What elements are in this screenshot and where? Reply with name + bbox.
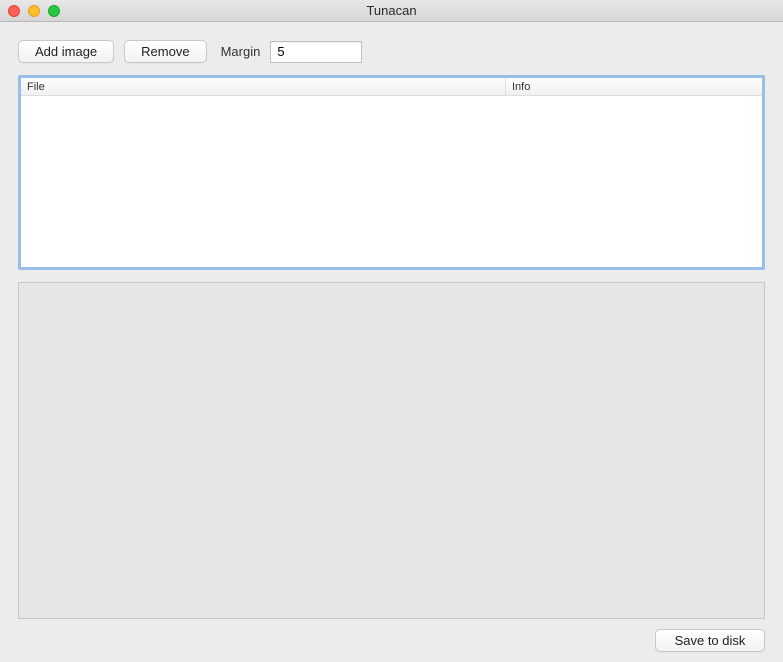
preview-area [18, 282, 765, 619]
remove-button[interactable]: Remove [124, 40, 206, 63]
toolbar: Add image Remove Margin [18, 40, 765, 63]
file-table[interactable]: File Info [18, 75, 765, 270]
column-header-file[interactable]: File [21, 78, 506, 95]
margin-input[interactable] [270, 41, 362, 63]
add-image-button[interactable]: Add image [18, 40, 114, 63]
window-title: Tunacan [0, 3, 783, 18]
table-body[interactable] [21, 96, 762, 267]
minimize-icon[interactable] [28, 5, 40, 17]
close-icon[interactable] [8, 5, 20, 17]
content-area: Add image Remove Margin File Info Save t… [0, 22, 783, 662]
footer: Save to disk [18, 627, 765, 652]
titlebar: Tunacan [0, 0, 783, 22]
traffic-lights [0, 5, 60, 17]
save-to-disk-button[interactable]: Save to disk [655, 629, 765, 652]
margin-label: Margin [221, 44, 261, 59]
maximize-icon[interactable] [48, 5, 60, 17]
column-header-info[interactable]: Info [506, 78, 762, 95]
table-header: File Info [21, 78, 762, 96]
